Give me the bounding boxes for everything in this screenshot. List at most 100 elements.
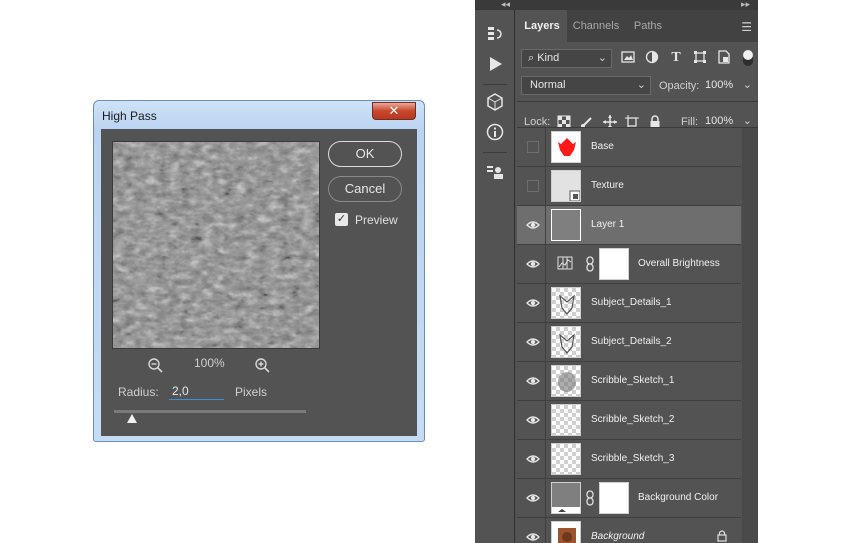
layer-mask-thumbnail[interactable] [599, 482, 629, 514]
layer-name[interactable]: Scribble_Sketch_2 [591, 401, 674, 439]
dialog-body: 100% Radius: Pixels OK Cancel ✓ Preview [101, 129, 417, 436]
info-icon[interactable] [485, 122, 505, 142]
blend-mode-select[interactable]: Normal ⌄ [521, 76, 651, 95]
layer-visibility-toggle[interactable] [519, 479, 546, 517]
history-icon[interactable] [485, 24, 505, 44]
layer-row[interactable]: Background [517, 518, 741, 543]
eye-icon [526, 452, 540, 466]
layer-visibility-toggle[interactable] [519, 284, 546, 322]
cancel-button[interactable]: Cancel [328, 176, 402, 202]
zoom-out-icon[interactable] [147, 357, 165, 375]
preview-checkbox[interactable]: ✓ [335, 213, 348, 226]
panel-dock-header: ◂◂ ▸▸ [475, 0, 758, 10]
properties-icon[interactable] [485, 162, 505, 182]
chevron-down-icon: ⌄ [597, 52, 607, 64]
layer-visibility-toggle[interactable] [519, 206, 546, 244]
options-divider [517, 101, 758, 102]
layer-row[interactable]: Base [517, 128, 741, 167]
shape-filter-icon[interactable] [692, 50, 708, 66]
link-chain-icon[interactable] [585, 256, 595, 272]
layer-thumbnail[interactable] [551, 287, 581, 319]
link-chain-icon[interactable] [585, 490, 595, 506]
layer-row[interactable]: Overall Brightness [517, 245, 741, 284]
tab-layers[interactable]: Layers [517, 10, 567, 42]
layer-row[interactable]: Scribble_Sketch_2 [517, 401, 741, 440]
eye-icon [526, 374, 540, 388]
3d-cube-icon[interactable] [485, 92, 505, 112]
radius-slider-track[interactable] [114, 410, 306, 413]
radius-input[interactable] [169, 382, 224, 400]
close-button[interactable]: ✕ [372, 102, 416, 120]
pixels-unit-label: Pixels [235, 385, 268, 399]
layer-name[interactable]: Base [591, 128, 614, 166]
layer-thumbnail[interactable] [551, 365, 581, 397]
layer-row[interactable]: Subject_Details_2 [517, 323, 741, 362]
layer-row[interactable]: Scribble_Sketch_3 [517, 440, 741, 479]
zoom-in-icon[interactable] [254, 357, 272, 375]
lock-icon [717, 530, 727, 543]
layers-panel: Layers Channels Paths ☰ ⌕ Kind ⌄ T Norma… [517, 10, 758, 543]
filter-toggle-switch[interactable] [743, 50, 753, 66]
fill-value: 100% [705, 115, 734, 127]
layer-thumbnail[interactable] [551, 131, 581, 163]
adjustment-filter-icon[interactable] [644, 50, 660, 66]
tab-paths[interactable]: Paths [625, 10, 671, 42]
layer-name[interactable]: Subject_Details_2 [591, 323, 672, 361]
layer-visibility-toggle[interactable] [519, 362, 546, 400]
panel-icon-strip [475, 10, 515, 543]
layer-row[interactable]: Subject_Details_1 [517, 284, 741, 323]
filter-kind-value: Kind [537, 52, 560, 64]
layer-thumbnail[interactable] [551, 209, 581, 241]
opacity-input[interactable]: 100% ⌄ [701, 76, 754, 95]
collapse-right-icon[interactable]: ▸▸ [741, 0, 750, 10]
layer-visibility-toggle[interactable] [519, 401, 546, 439]
panel-menu-icon[interactable]: ☰ [741, 20, 752, 34]
layer-thumbnail[interactable] [551, 521, 581, 543]
preview-checkbox-label[interactable]: Preview [355, 213, 398, 227]
layer-thumbnail[interactable] [551, 404, 581, 436]
layer-visibility-toggle[interactable] [519, 167, 546, 205]
layer-name[interactable]: Background [591, 518, 644, 543]
layer-name[interactable]: Texture [591, 167, 624, 205]
levels-adjustment-icon [557, 256, 573, 270]
layers-scrollbar[interactable] [742, 128, 758, 543]
filter-kind-select[interactable]: ⌕ Kind ⌄ [521, 49, 612, 68]
layer-visibility-toggle[interactable] [519, 128, 546, 166]
layer-row[interactable]: Background Color [517, 479, 741, 518]
layer-name[interactable]: Subject_Details_1 [591, 284, 672, 322]
layer-thumbnail[interactable] [551, 326, 581, 358]
layer-name[interactable]: Overall Brightness [638, 245, 720, 283]
layer-visibility-toggle[interactable] [519, 245, 546, 283]
layer-mask-thumbnail[interactable] [599, 248, 629, 280]
layer-row[interactable]: Texture [517, 167, 741, 206]
layer-name[interactable]: Layer 1 [591, 206, 624, 244]
layer-name[interactable]: Scribble_Sketch_1 [591, 362, 674, 400]
chevron-down-icon[interactable]: ⌄ [743, 76, 752, 95]
opacity-value: 100% [705, 79, 734, 91]
strip-divider [483, 84, 507, 85]
panel-tabs: Layers Channels Paths ☰ [517, 10, 758, 42]
photoshop-panels: ◂◂ ▸▸ Layers Channels Paths ☰ ⌕ Kind ⌄ T… [475, 0, 758, 543]
radius-slider-thumb[interactable] [127, 414, 137, 423]
ok-button[interactable]: OK [328, 141, 402, 167]
dialog-titlebar[interactable]: High Pass ✕ [94, 101, 424, 129]
layer-thumbnail[interactable] [551, 482, 581, 514]
layer-thumbnail[interactable] [551, 443, 581, 475]
smart-object-filter-icon[interactable] [716, 50, 732, 66]
filter-preview-image[interactable] [112, 141, 320, 349]
hidden-visibility-box [527, 180, 539, 192]
tab-channels[interactable]: Channels [567, 10, 625, 42]
layer-name[interactable]: Scribble_Sketch_3 [591, 440, 674, 478]
layer-visibility-toggle[interactable] [519, 518, 546, 543]
layer-row[interactable]: Scribble_Sketch_1 [517, 362, 741, 401]
image-filter-icon[interactable] [620, 50, 636, 66]
layer-visibility-toggle[interactable] [519, 440, 546, 478]
play-actions-icon[interactable] [485, 54, 505, 74]
collapse-left-icon[interactable]: ◂◂ [501, 0, 510, 10]
layer-name[interactable]: Background Color [638, 479, 718, 517]
layer-visibility-toggle[interactable] [519, 323, 546, 361]
layer-row[interactable]: Layer 1 [517, 206, 741, 245]
type-filter-icon[interactable]: T [668, 50, 684, 66]
layer-thumbnail[interactable] [551, 170, 581, 202]
dialog-title: High Pass [102, 109, 157, 123]
